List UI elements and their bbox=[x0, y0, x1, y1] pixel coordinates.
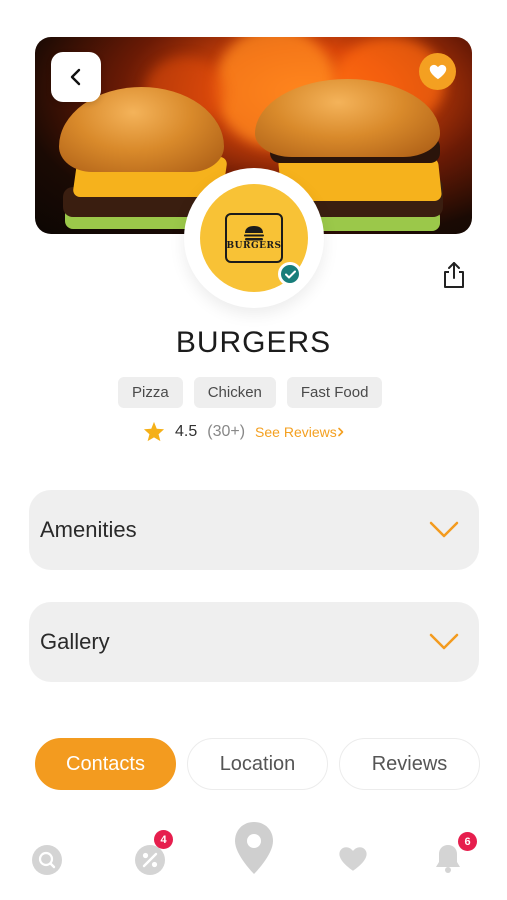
favorite-button[interactable] bbox=[419, 53, 456, 90]
share-button[interactable] bbox=[438, 259, 470, 291]
tab-location[interactable]: Location bbox=[187, 738, 328, 790]
chevron-right-icon bbox=[337, 427, 344, 436]
heart-icon bbox=[339, 847, 367, 871]
tab-reviews[interactable]: Reviews bbox=[339, 738, 480, 790]
tab-contacts[interactable]: Contacts bbox=[35, 738, 176, 790]
check-icon bbox=[284, 270, 296, 278]
bell-icon bbox=[436, 845, 460, 873]
nav-map[interactable] bbox=[232, 820, 276, 876]
chevron-down-icon bbox=[429, 633, 459, 650]
notifications-badge: 6 bbox=[458, 832, 477, 851]
tag-fast-food[interactable]: Fast Food bbox=[286, 377, 383, 408]
nav-favorites[interactable] bbox=[338, 846, 368, 872]
tag-chicken[interactable]: Chicken bbox=[193, 377, 276, 408]
see-reviews-link[interactable]: See Reviews bbox=[255, 424, 345, 440]
offers-badge: 4 bbox=[154, 830, 173, 849]
chevron-left-icon bbox=[70, 68, 81, 86]
back-button[interactable] bbox=[51, 52, 101, 102]
bottom-navigation: 4 6 bbox=[0, 810, 507, 900]
amenities-label: Amenities bbox=[40, 517, 137, 542]
rating-score: 4.5 bbox=[175, 422, 198, 440]
category-tags: Pizza Chicken Fast Food bbox=[118, 377, 383, 408]
rating-row: 4.5 (30+) See Reviews bbox=[143, 421, 345, 442]
restaurant-logo-container: BURGERS bbox=[184, 168, 324, 308]
share-icon bbox=[444, 262, 464, 288]
restaurant-name: BURGERS bbox=[175, 326, 332, 359]
burger-icon bbox=[244, 226, 264, 241]
chevron-down-icon bbox=[429, 521, 459, 538]
nav-notifications[interactable]: 6 bbox=[434, 832, 477, 874]
review-count: (30+) bbox=[207, 422, 246, 440]
search-icon bbox=[32, 845, 62, 875]
tag-pizza[interactable]: Pizza bbox=[118, 377, 183, 408]
see-reviews-label: See Reviews bbox=[255, 423, 337, 440]
nav-offers[interactable]: 4 bbox=[134, 830, 173, 876]
heart-icon bbox=[429, 64, 446, 79]
star-icon bbox=[143, 421, 165, 442]
gallery-accordion[interactable]: Gallery bbox=[29, 602, 479, 682]
detail-tabs: Contacts Location Reviews bbox=[35, 738, 480, 790]
logo-text: BURGERS bbox=[226, 241, 282, 251]
nav-search[interactable] bbox=[31, 844, 63, 876]
amenities-accordion[interactable]: Amenities bbox=[29, 490, 479, 570]
logo-emblem: BURGERS bbox=[225, 213, 283, 263]
gallery-label: Gallery bbox=[40, 629, 110, 654]
verified-badge bbox=[278, 262, 302, 286]
location-pin-icon bbox=[235, 822, 273, 874]
